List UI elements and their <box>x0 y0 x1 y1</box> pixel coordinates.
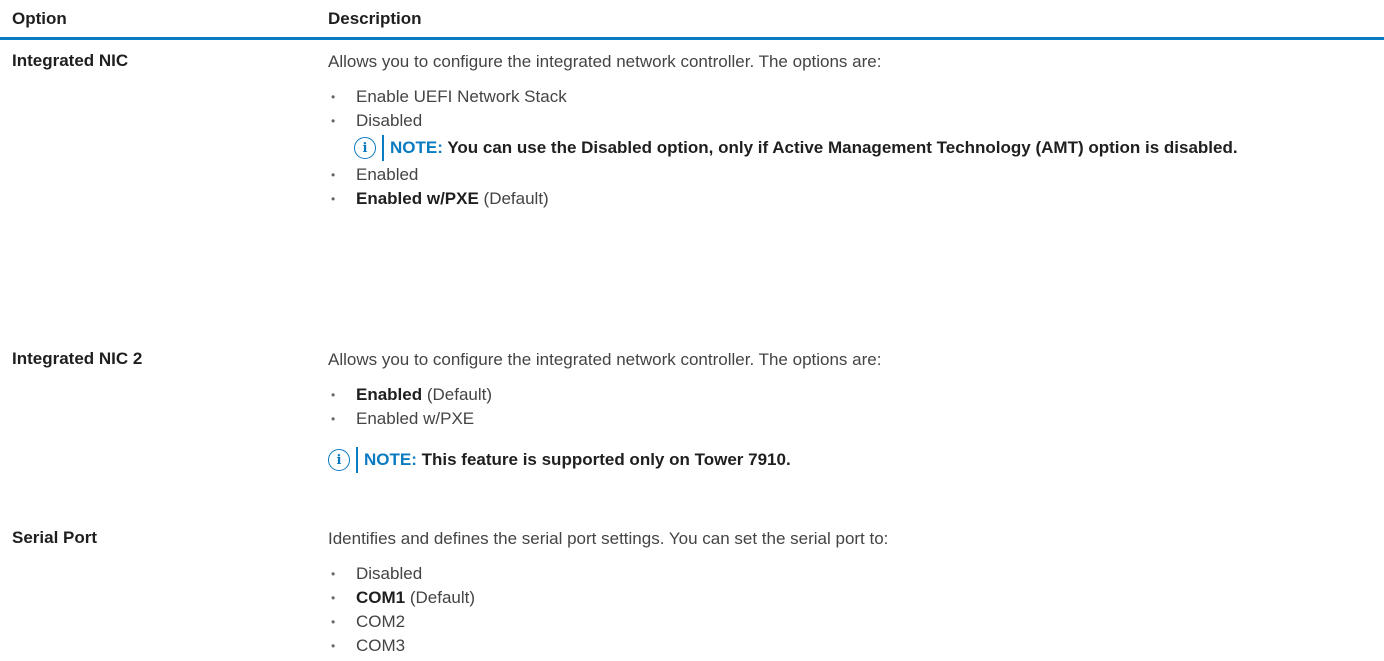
bullet-icon: • <box>331 192 336 206</box>
note-divider <box>382 135 384 161</box>
option-description: Allows you to configure the integrated n… <box>322 40 1384 338</box>
info-icon: i <box>328 449 350 471</box>
option-name: Serial Port <box>12 528 98 547</box>
item-text: Enable UEFI Network Stack <box>356 87 567 106</box>
option-name: Integrated NIC <box>12 51 129 70</box>
item-text: COM3 <box>356 636 406 655</box>
option-list: • Enabled (Default) • Enabled w/PXE <box>328 383 1384 431</box>
bios-options-table: Option Description Integrated NIC Allows… <box>0 0 1384 661</box>
bullet-icon: • <box>331 90 336 104</box>
list-item: • Enabled w/PXE <box>328 407 1384 431</box>
list-item: • Enabled w/PXE (Default) <box>328 187 1384 211</box>
note-box: i NOTE: You can use the Disabled option,… <box>354 135 1384 161</box>
bullet-icon: • <box>331 412 336 426</box>
item-text: Disabled <box>356 564 423 583</box>
description-text: Allows you to configure the integrated n… <box>328 350 882 369</box>
item-text: (Default) <box>405 588 476 607</box>
list-item: • Disabled <box>328 562 1384 586</box>
list-item: • COM1 (Default) <box>328 586 1384 610</box>
option-list: • Disabled • COM1 (Default) • COM2 • COM… <box>328 562 1384 658</box>
item-text: Disabled <box>356 111 423 130</box>
list-item: • COM2 <box>328 610 1384 634</box>
note-label: NOTE: <box>390 138 443 157</box>
bullet-icon: • <box>331 639 336 653</box>
bullet-icon: • <box>331 388 336 402</box>
item-bold: Enabled <box>356 385 423 404</box>
description-text: Allows you to configure the integrated n… <box>328 52 882 71</box>
item-bold: Enabled w/PXE <box>356 189 479 208</box>
table-row: Integrated NIC Allows you to configure t… <box>0 40 1384 338</box>
bullet-icon: • <box>331 615 336 629</box>
bullet-icon: • <box>331 168 336 182</box>
item-bold: COM1 <box>356 588 406 607</box>
bullet-icon: • <box>331 591 336 605</box>
description-text: Identifies and defines the serial port s… <box>328 529 889 548</box>
header-option: Option <box>12 8 67 28</box>
note-text: This feature is supported only on Tower … <box>421 450 791 469</box>
table-header: Option Description <box>0 0 1384 40</box>
info-icon: i <box>354 137 376 159</box>
note-body: NOTE: This feature is supported only on … <box>364 447 791 473</box>
list-item: • Enable UEFI Network Stack <box>328 85 1384 109</box>
note-body: NOTE: You can use the Disabled option, o… <box>390 135 1238 161</box>
note-text: You can use the Disabled option, only if… <box>447 138 1238 157</box>
option-description: Identifies and defines the serial port s… <box>322 517 1384 661</box>
note-divider <box>356 447 358 473</box>
list-item: • COM3 <box>328 634 1384 658</box>
list-item: • Enabled <box>328 163 1384 187</box>
table-row: Serial Port Identifies and defines the s… <box>0 517 1384 661</box>
option-list: • Enabled • Enabled w/PXE (Default) <box>328 163 1384 211</box>
list-item: • Enabled (Default) <box>328 383 1384 407</box>
bullet-icon: • <box>331 567 336 581</box>
table-row: Integrated NIC 2 Allows you to configure… <box>0 338 1384 517</box>
item-text: Enabled w/PXE <box>356 409 475 428</box>
option-name: Integrated NIC 2 <box>12 349 143 368</box>
item-text: (Default) <box>422 385 493 404</box>
header-description: Description <box>328 8 422 28</box>
item-text: Enabled <box>356 165 419 184</box>
item-text: (Default) <box>478 189 549 208</box>
note-label: NOTE: <box>364 450 417 469</box>
list-item: • Disabled <box>328 109 1384 133</box>
option-list: • Enable UEFI Network Stack • Disabled <box>328 85 1384 133</box>
option-description: Allows you to configure the integrated n… <box>322 338 1384 517</box>
note-box: i NOTE: This feature is supported only o… <box>328 447 1384 473</box>
item-text: COM2 <box>356 612 406 631</box>
bullet-icon: • <box>331 114 336 128</box>
